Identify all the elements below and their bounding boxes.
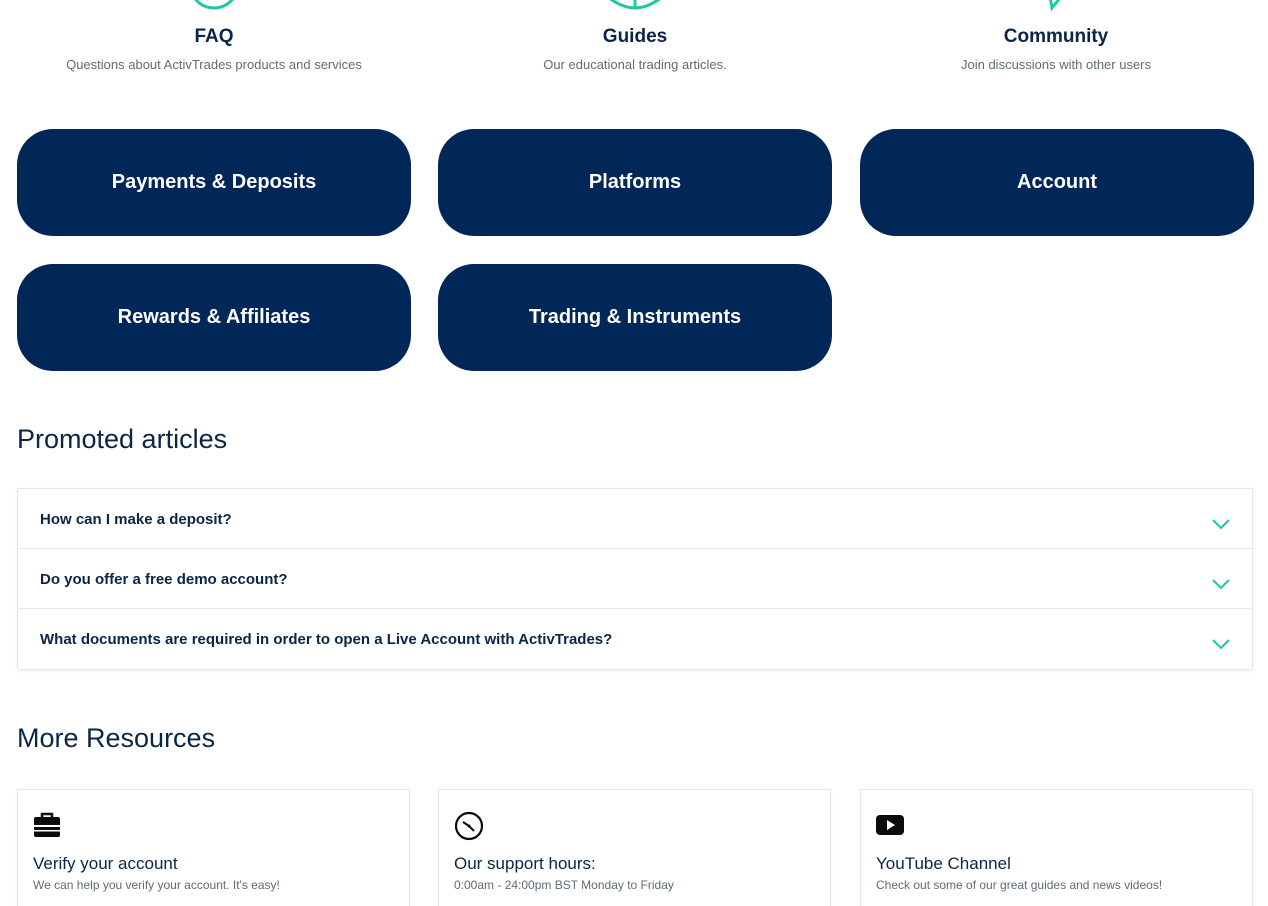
resource-description: 0:00am - 24:00pm BST Monday to Friday [454,878,674,892]
youtube-icon [875,810,905,845]
payments-deposits-button[interactable]: Payments & Deposits [17,129,411,236]
faq-circle-icon [186,0,242,19]
more-resources-heading: More Resources [17,723,216,753]
account-button[interactable]: Account [860,129,1254,236]
article-question: What documents are required in order to … [40,631,613,648]
chevron-down-icon[interactable] [1212,637,1230,655]
resource-title: Our support hours: [454,854,596,873]
briefcase-icon [32,810,62,845]
chat-icon [1036,0,1076,17]
promoted-articles-list: How can I make a deposit? Do you offer a… [17,488,1253,670]
chevron-down-icon[interactable] [1212,517,1230,535]
platforms-button[interactable]: Platforms [438,129,832,236]
resource-description: We can help you verify your account. It'… [33,878,280,892]
category-title: Community [1003,26,1109,47]
category-description: Join discussions with other users [960,57,1152,72]
trading-instruments-button[interactable]: Trading & Instruments [438,264,832,371]
article-item[interactable]: What documents are required in order to … [18,609,1252,669]
category-description: Questions about ActivTrades products and… [66,57,362,72]
resource-description: Check out some of our great guides and n… [876,878,1163,892]
article-question: How can I make a deposit? [40,511,232,528]
rewards-affiliates-button[interactable]: Rewards & Affiliates [17,264,411,371]
article-question: Do you offer a free demo account? [40,571,288,588]
clock-icon [453,810,485,847]
promoted-articles-heading: Promoted articles [17,424,228,454]
top-categories: FAQ Questions about ActivTrades products… [0,0,1268,90]
category-title: Guides [602,26,668,47]
resource-card-support-hours[interactable]: Our support hours: 0:00am - 24:00pm BST … [438,789,831,906]
book-icon [605,0,665,17]
resource-title: Verify your account [33,854,178,873]
category-description: Our educational trading articles. [543,57,727,72]
resource-card-youtube[interactable]: YouTube Channel Check out some of our gr… [860,789,1253,906]
article-item[interactable]: How can I make a deposit? [18,489,1252,549]
chevron-down-icon[interactable] [1212,577,1230,595]
resource-card-verify[interactable]: Verify your account We can help you veri… [17,789,410,906]
resource-title: YouTube Channel [876,854,1011,873]
category-title: FAQ [194,26,234,47]
article-item[interactable]: Do you offer a free demo account? [18,549,1252,609]
